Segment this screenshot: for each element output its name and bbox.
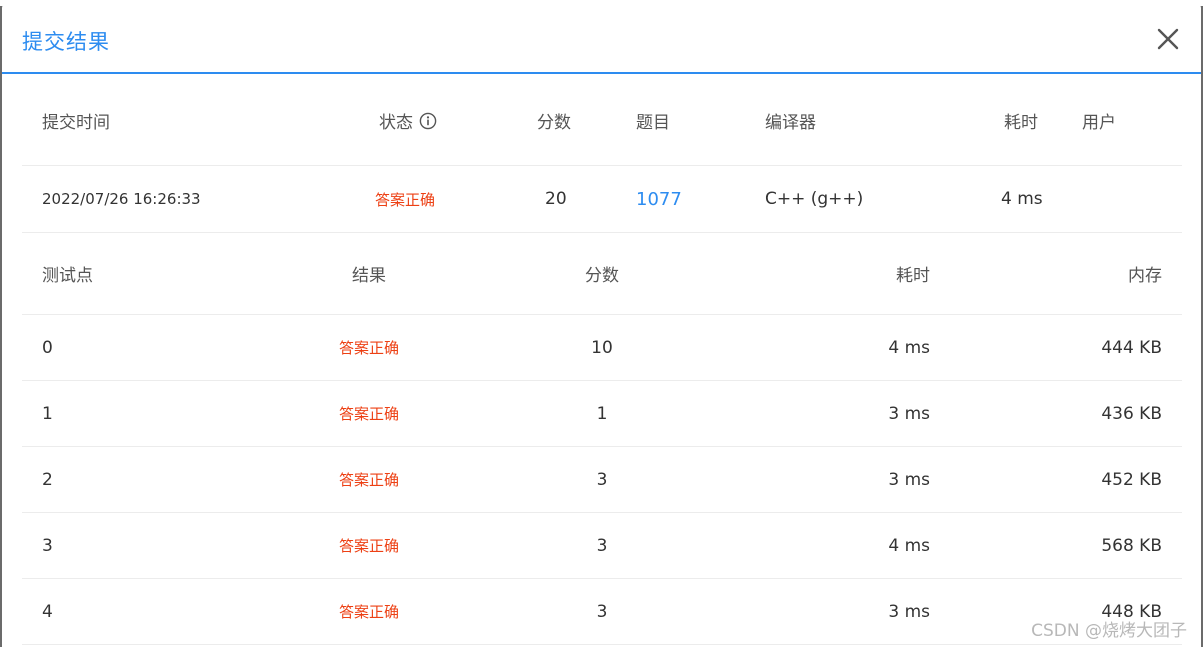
summary-row: 2022/07/26 16:26:33 答案正确 20 1077 C++ (g+… bbox=[22, 166, 1182, 233]
testcase-score: 3 bbox=[596, 535, 608, 556]
total-score: 20 bbox=[545, 189, 567, 209]
testcase-id: 1 bbox=[42, 403, 53, 424]
header-status-label: 状态 bbox=[379, 113, 413, 133]
close-button[interactable] bbox=[1155, 26, 1181, 52]
testcase-id: 4 bbox=[42, 601, 53, 622]
testcase-score: 1 bbox=[596, 403, 608, 424]
watermark: CSDN @烧烤大团子 bbox=[1031, 621, 1187, 641]
close-icon bbox=[1157, 28, 1179, 50]
testcase-result: 答案正确 bbox=[338, 603, 399, 621]
table-row: 0 答案正确 10 4 ms 444 KB bbox=[22, 315, 1182, 381]
summary-table-header: 提交时间 状态 分数 题目 编译器 耗时 用户 bbox=[22, 76, 1182, 166]
testcase-id: 3 bbox=[42, 535, 53, 556]
header-result: 结果 bbox=[352, 266, 386, 286]
testcase-time: 4 ms bbox=[888, 535, 930, 556]
testcase-result: 答案正确 bbox=[338, 339, 399, 357]
testcase-result: 答案正确 bbox=[338, 537, 399, 555]
testcase-score: 3 bbox=[596, 601, 608, 622]
header-testcase-time: 耗时 bbox=[896, 266, 930, 286]
header-status: 状态 bbox=[379, 76, 437, 165]
testcase-table-header: 测试点 结果 分数 耗时 内存 bbox=[22, 233, 1182, 315]
testcase-memory: 568 KB bbox=[1101, 535, 1162, 556]
info-icon[interactable] bbox=[419, 112, 437, 130]
testcase-time: 4 ms bbox=[888, 337, 930, 358]
dialog-title: 提交结果 bbox=[22, 30, 110, 54]
header-score: 分数 bbox=[537, 113, 571, 133]
header-submit-time: 提交时间 bbox=[42, 113, 110, 133]
testcase-rows: 0 答案正确 10 4 ms 444 KB 1 答案正确 1 3 ms 436 … bbox=[22, 315, 1182, 645]
header-testcase-id: 测试点 bbox=[42, 266, 93, 286]
cost-value: 4 ms bbox=[1001, 189, 1043, 209]
testcase-time: 3 ms bbox=[888, 469, 930, 490]
header-memory: 内存 bbox=[1128, 266, 1162, 286]
submit-time: 2022/07/26 16:26:33 bbox=[42, 190, 201, 208]
status-badge: 答案正确 bbox=[375, 190, 436, 209]
testcase-id: 2 bbox=[42, 469, 53, 490]
testcase-score: 3 bbox=[596, 469, 608, 490]
problem-link[interactable]: 1077 bbox=[636, 166, 682, 232]
testcase-memory: 452 KB bbox=[1101, 469, 1162, 490]
dialog-header: 提交结果 bbox=[2, 4, 1201, 74]
table-row: 4 答案正确 3 3 ms 448 KB bbox=[22, 579, 1182, 645]
testcase-memory: 444 KB bbox=[1101, 337, 1162, 358]
table-row: 3 答案正确 3 4 ms 568 KB bbox=[22, 513, 1182, 579]
header-compiler: 编译器 bbox=[765, 113, 816, 133]
table-row: 1 答案正确 1 3 ms 436 KB bbox=[22, 381, 1182, 447]
header-problem: 题目 bbox=[636, 113, 670, 133]
compiler-value: C++ (g++) bbox=[765, 189, 864, 209]
header-user: 用户 bbox=[1082, 113, 1116, 133]
testcase-memory: 436 KB bbox=[1101, 403, 1162, 424]
testcase-score: 10 bbox=[591, 337, 613, 358]
testcase-result: 答案正确 bbox=[338, 405, 399, 423]
testcase-id: 0 bbox=[42, 337, 53, 358]
dialog-body: 提交时间 状态 分数 题目 编译器 耗时 用户 2022/07/26 16:26… bbox=[22, 76, 1182, 645]
submission-result-dialog: 提交结果 提交时间 状态 分数 题目 编译器 耗时 用户 2022/07/26 … bbox=[2, 4, 1201, 647]
testcase-time: 3 ms bbox=[888, 601, 930, 622]
testcase-time: 3 ms bbox=[888, 403, 930, 424]
table-row: 2 答案正确 3 3 ms 452 KB bbox=[22, 447, 1182, 513]
header-cost: 耗时 bbox=[1004, 113, 1038, 133]
header-testcase-score: 分数 bbox=[585, 266, 619, 286]
testcase-result: 答案正确 bbox=[338, 471, 399, 489]
